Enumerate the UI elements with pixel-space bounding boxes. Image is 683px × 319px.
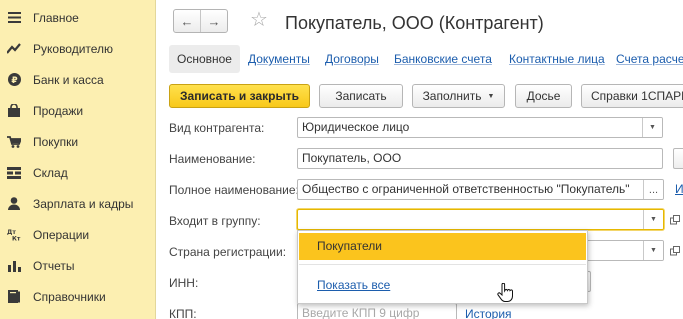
operations-icon: Дт Кт xyxy=(7,228,21,241)
open-icon[interactable] xyxy=(666,240,683,261)
kpp-field[interactable]: Введите КПП 9 цифр xyxy=(297,303,457,319)
form-window: ← → ☆ Покупатель, ООО (Контрагент) Основ… xyxy=(157,0,683,319)
tab-contracts[interactable]: Договоры xyxy=(325,45,379,73)
save-button[interactable]: Записать xyxy=(319,84,403,108)
save-and-close-button[interactable]: Записать и закрыть xyxy=(169,84,310,108)
sidebar-item-reports[interactable]: Отчеты xyxy=(0,250,156,281)
open-icon[interactable] xyxy=(666,209,683,230)
spark-info-button[interactable]: Справки 1СПАРК xyxy=(581,84,683,108)
sidebar-item-sales[interactable]: Продажи xyxy=(0,95,156,126)
name-label: Наименование: xyxy=(169,152,256,166)
trend-icon xyxy=(7,42,21,55)
sidebar-item-label: Отчеты xyxy=(33,259,75,273)
sidebar-item-label: Покупки xyxy=(33,135,79,149)
sidebar-item-label: Продажи xyxy=(33,104,84,118)
name-field[interactable]: Покупатель, ООО xyxy=(297,148,663,169)
sidebar-item-main[interactable]: Главное xyxy=(0,2,156,33)
sidebar-item-bank-cash[interactable]: ₽ Банк и касса xyxy=(0,64,156,95)
dossier-button[interactable]: Досье xyxy=(515,84,572,108)
menu-icon xyxy=(7,11,21,24)
fill-button[interactable]: Заполнить ▼ xyxy=(412,84,505,108)
bar-chart-icon xyxy=(7,259,21,272)
sidebar-item-label: Банк и касса xyxy=(33,73,104,87)
book-icon xyxy=(7,290,21,303)
sections-sidebar: Главное Руководителю ₽ Банк и касса Прод… xyxy=(0,0,156,319)
ruble-icon: ₽ xyxy=(7,73,21,86)
tab-main[interactable]: Основное xyxy=(169,45,240,73)
sidebar-item-operations[interactable]: Дт Кт Операции xyxy=(0,219,156,250)
forward-button[interactable]: → xyxy=(200,10,227,32)
kpp-placeholder: Введите КПП 9 цифр xyxy=(302,306,420,319)
name-extra-button[interactable] xyxy=(673,148,683,169)
kind-label: Вид контрагента: xyxy=(169,121,265,135)
bag-icon xyxy=(7,104,21,117)
cart-icon xyxy=(7,135,21,148)
name-value: Покупатель, ООО xyxy=(302,151,402,165)
sidebar-item-label: Руководителю xyxy=(33,42,114,56)
inn-label: ИНН: xyxy=(169,276,199,290)
full-name-label: Полное наименование: xyxy=(169,183,299,197)
sidebar-item-label: Справочники xyxy=(33,290,106,304)
group-dropdown: Покупатели Показать все xyxy=(297,230,588,304)
svg-text:Кт: Кт xyxy=(12,236,21,242)
sidebar-item-references[interactable]: Справочники xyxy=(0,281,156,312)
group-label: Входит в группу: xyxy=(169,214,261,228)
tab-documents[interactable]: Документы xyxy=(248,45,310,73)
chevron-down-icon[interactable]: ▼ xyxy=(642,118,662,137)
sidebar-item-manager[interactable]: Руководителю xyxy=(0,33,156,64)
kind-select[interactable]: Юридическое лицо ▼ xyxy=(297,117,663,138)
back-button[interactable]: ← xyxy=(174,10,200,32)
group-input[interactable]: ▼ xyxy=(297,209,664,230)
command-bar: Записать и закрыть Записать Заполнить ▼ Д… xyxy=(169,84,683,109)
page-title: Покупатель, ООО (Контрагент) xyxy=(285,13,544,33)
full-name-ellipsis-button[interactable]: ... xyxy=(643,180,663,199)
dropdown-divider xyxy=(299,264,586,265)
kind-value: Юридическое лицо xyxy=(302,120,410,134)
full-name-value: Общество с ограниченной ответственностью… xyxy=(302,182,630,196)
fill-button-label: Заполнить xyxy=(422,89,482,103)
dropdown-item-buyers[interactable]: Покупатели xyxy=(299,233,586,260)
tab-contact-persons[interactable]: Контактные лица xyxy=(509,45,605,73)
warehouse-icon xyxy=(7,166,21,179)
favorite-star-icon[interactable]: ☆ xyxy=(250,9,268,31)
history-link[interactable]: История xyxy=(465,307,512,319)
tab-settlement-accounts[interactable]: Счета расчет xyxy=(616,45,683,73)
svg-text:₽: ₽ xyxy=(11,76,17,86)
tab-bank-accounts[interactable]: Банковские счета xyxy=(394,45,492,73)
history-navigation: ← → xyxy=(173,9,228,33)
sidebar-item-label: Склад xyxy=(33,166,68,180)
sidebar-item-warehouse[interactable]: Склад xyxy=(0,157,156,188)
full-name-link[interactable]: И xyxy=(675,182,683,196)
sidebar-item-purchases[interactable]: Покупки xyxy=(0,126,156,157)
show-all-link[interactable]: Показать все xyxy=(317,278,390,292)
sidebar-item-label: Зарплата и кадры xyxy=(33,197,134,211)
chevron-down-icon[interactable]: ▼ xyxy=(643,241,663,260)
hand-cursor-icon xyxy=(497,283,513,302)
sidebar-item-label: Главное xyxy=(33,11,79,25)
chevron-down-icon[interactable]: ▼ xyxy=(643,210,663,229)
sidebar-item-salary-hr[interactable]: Зарплата и кадры xyxy=(0,188,156,219)
form-tabs: Основное Документы Договоры Банковские с… xyxy=(169,45,683,73)
person-icon xyxy=(7,197,21,210)
chevron-down-icon: ▼ xyxy=(487,92,495,100)
sidebar-item-label: Операции xyxy=(33,228,90,242)
country-label: Страна регистрации: xyxy=(169,245,287,259)
kpp-label: КПП: xyxy=(169,307,197,319)
full-name-field[interactable]: Общество с ограниченной ответственностью… xyxy=(297,179,664,200)
